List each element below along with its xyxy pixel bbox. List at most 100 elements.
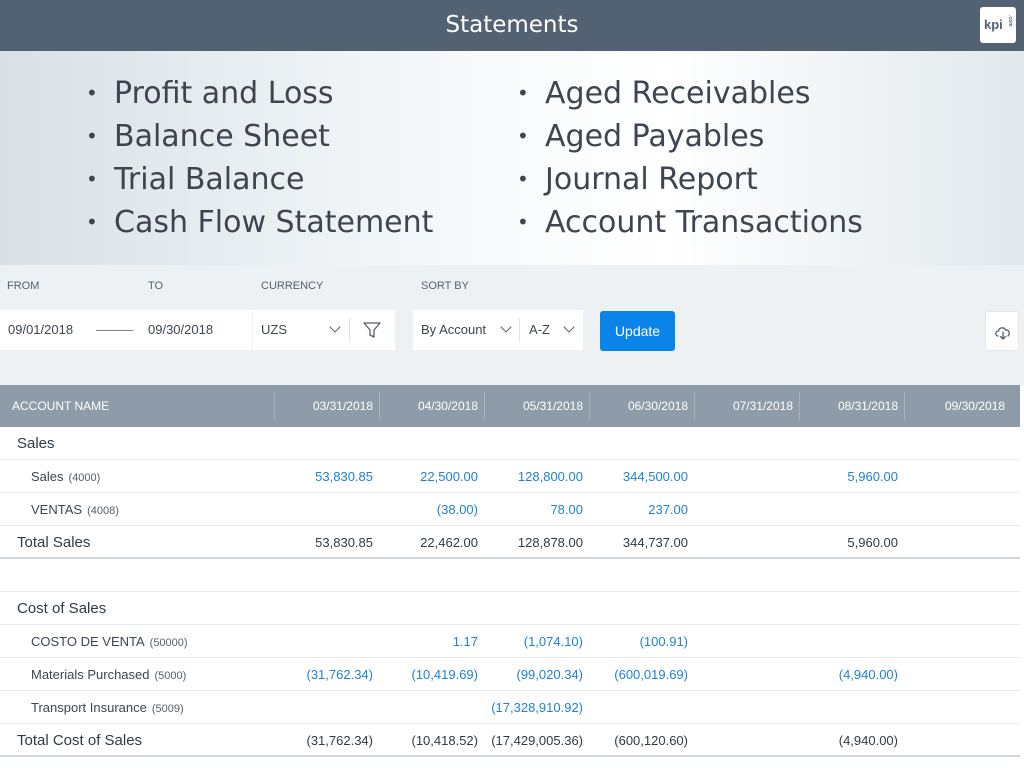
account-code: (4000) [68,472,101,484]
logo-sub: .com [1007,15,1013,27]
column-header-date[interactable]: 05/31/2018 [483,385,583,427]
amount-link[interactable]: (600,019.69) [588,658,688,691]
table-row[interactable]: Materials Purchased (5000) (31,762.34) (10,… [0,658,1020,691]
column-header-date[interactable]: 03/31/2018 [273,385,373,427]
account-name[interactable]: Transport Insurance (5009) [31,691,184,724]
column-header-account-name[interactable]: ACCOUNT NAME [12,385,109,427]
account-name[interactable]: VENTAS (4008) [31,493,119,526]
column-header-date[interactable]: 09/30/2018 [905,385,1005,427]
report-item: • Aged Receivables [517,76,811,111]
page-title: Statements [445,12,579,38]
to-label: TO [148,280,164,292]
report-item-label: Trial Balance [114,162,305,197]
total-amount: 5,960.00 [847,535,898,550]
account-code: (4008) [87,505,119,517]
account-name-label: COSTO DE VENTA [31,634,145,649]
table-body: Sales Sales (4000) 53,830.85 22,500.00 128,80… [0,427,1020,757]
top-bar: Statements kpi .com [0,0,1024,51]
total-name: Total Cost of Sales [17,732,143,749]
column-header-date[interactable]: 06/30/2018 [588,385,688,427]
report-item: • Profit and Loss [86,76,334,111]
amount-link[interactable]: 53,830.85 [273,460,373,493]
account-code: (5000) [154,670,187,682]
kpi-logo[interactable]: kpi .com [980,7,1016,43]
total-amount: 344,737.00 [622,535,688,550]
filter-icon[interactable] [363,321,381,339]
amount-link[interactable]: (10,419.69) [378,658,479,691]
column-header-date[interactable]: 08/31/2018 [798,385,898,427]
sort-by-select[interactable]: By Account [421,310,486,350]
table-row[interactable]: VENTAS (4008) (38.00) 78.00 237.00 [0,493,1020,526]
logo-text: kpi [984,17,1003,32]
table-header: ACCOUNT NAME 03/31/2018 04/30/2018 05/31/2… [0,385,1020,427]
report-list-left: • Profit and Loss • Balance Sheet • Trial B… [86,77,433,249]
amount-link[interactable]: 237.00 [588,493,688,526]
account-name-label: Sales [31,469,64,484]
amount-link[interactable]: 1.17 [378,625,478,658]
report-item: • Balance Sheet [86,119,330,154]
from-date-input[interactable]: 09/01/2018 [8,310,73,350]
report-item: • Journal Report [517,162,758,197]
chevron-down-icon[interactable] [329,321,341,333]
account-name[interactable]: Materials Purchased (5000) [31,658,186,691]
report-item: • Account Transactions [517,205,863,240]
amount-link[interactable]: (100.91) [588,625,688,658]
total-amount: 53,830.85 [315,535,373,550]
currency-label: CURRENCY [261,280,324,292]
total-amount: (10,418.52) [411,733,479,748]
account-code: (50000) [149,637,188,649]
account-name[interactable]: Sales (4000) [31,460,100,493]
amount-link[interactable]: (4,940.00) [798,658,898,691]
download-button[interactable] [985,311,1019,351]
statement-table: ACCOUNT NAME 03/31/2018 04/30/2018 05/31/2… [0,385,1020,757]
spacer-row [0,559,1020,592]
table-row[interactable]: COSTO DE VENTA (50000) 1.17 (1,074.10) (100.… [0,625,1020,658]
report-item-label: Profit and Loss [114,76,334,111]
group-row: Cost of Sales [0,592,1020,625]
account-name[interactable]: COSTO DE VENTA (50000) [31,625,188,658]
date-range-separator [96,330,133,331]
report-item-label: Aged Payables [545,119,765,154]
amount-link[interactable]: (31,762.34) [273,658,374,691]
amount-link[interactable]: (99,020.34) [483,658,584,691]
chevron-down-icon[interactable] [500,321,512,333]
report-item: • Cash Flow Statement [86,205,434,240]
column-header-date[interactable]: 04/30/2018 [378,385,478,427]
divider [349,318,350,342]
report-list-right: • Aged Receivables • Aged Payables • Journa… [517,77,863,249]
amount-link[interactable]: 5,960.00 [798,460,898,493]
amount-link[interactable]: 128,800.00 [483,460,583,493]
account-name-label: VENTAS [31,502,83,517]
total-row: Total Cost of Sales (31,762.34) (10,418.52… [0,724,1020,757]
sort-select-box: By Account A-Z [413,310,583,350]
amount-link[interactable]: (17,328,910.92) [483,691,583,724]
total-amount: (31,762.34) [306,733,374,748]
sort-order-select[interactable]: A-Z [529,310,550,350]
group-row: Sales [0,427,1020,460]
currency-select-box: UZS [253,310,395,350]
amount-link[interactable]: (1,074.10) [483,625,583,658]
from-label: FROM [7,280,40,292]
to-date-input[interactable]: 09/30/2018 [148,310,213,350]
table-row[interactable]: Transport Insurance (5009) (17,328,910.92) [0,691,1020,724]
update-button[interactable]: Update [600,311,675,351]
amount-link[interactable]: 78.00 [483,493,583,526]
amount-link[interactable]: 22,500.00 [378,460,478,493]
currency-select[interactable]: UZS [261,310,287,350]
total-amount: (4,940.00) [838,733,898,748]
sort-by-label: SORT BY [421,280,469,292]
report-item: • Trial Balance [86,162,305,197]
date-range-field: 09/01/2018 09/30/2018 [0,310,252,350]
report-item-label: Cash Flow Statement [114,205,434,240]
total-name: Total Sales [17,534,91,551]
report-item-label: Journal Report [545,162,758,197]
group-name: Cost of Sales [17,600,107,617]
table-row[interactable]: Sales (4000) 53,830.85 22,500.00 128,800.00 3… [0,460,1020,493]
cloud-download-icon [995,327,1010,340]
column-header-date[interactable]: 07/31/2018 [693,385,793,427]
account-code: (5009) [151,703,184,715]
amount-link[interactable]: 344,500.00 [588,460,688,493]
amount-link[interactable]: (38.00) [378,493,478,526]
account-name-label: Materials Purchased [31,667,150,682]
chevron-down-icon[interactable] [563,321,575,333]
